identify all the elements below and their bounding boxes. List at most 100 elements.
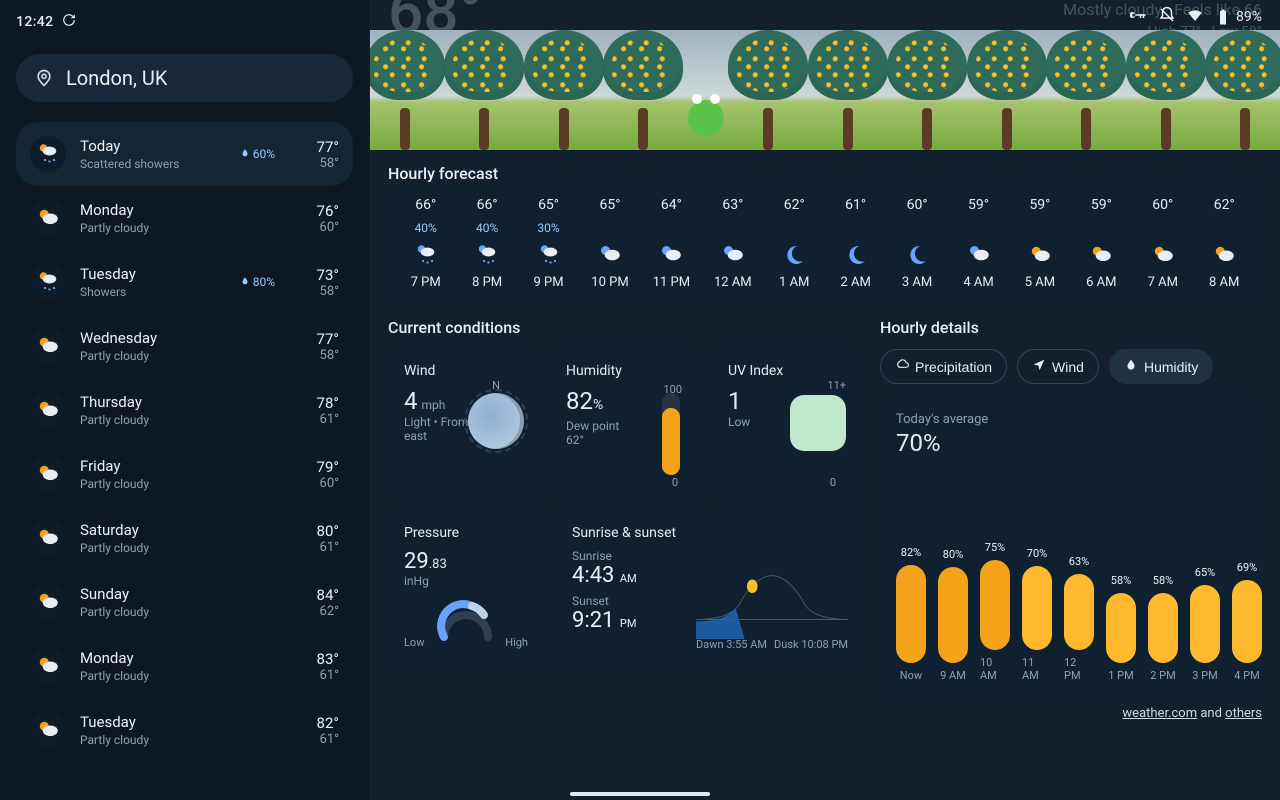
hour-column[interactable]: 62° 8 AM (1196, 197, 1251, 290)
day-item[interactable]: Friday Partly cloudy 79°60° (16, 442, 353, 506)
sunset-time: 9:21 (572, 608, 614, 633)
hour-icon (475, 243, 499, 267)
hd-card[interactable]: Today's average 70% 82% Now 80% 9 AM 75%… (880, 396, 1262, 696)
humidity-bar: 65% 3 PM (1190, 566, 1220, 682)
daily-forecast-list[interactable]: Today Scattered showers 60% 77°58° Monda… (16, 122, 353, 762)
src-link[interactable]: weather.com (1122, 706, 1197, 721)
humidity-value: 82 (566, 387, 593, 415)
hour-column[interactable]: 64° 11 PM (644, 197, 699, 290)
location-text: London, UK (66, 66, 167, 90)
hd-chips: Precipitation Wind Humidity (880, 349, 1262, 384)
hour-icon (1151, 243, 1175, 267)
hour-column[interactable]: 60° 7 AM (1135, 197, 1190, 290)
bar-label: 3 PM (1192, 669, 1217, 682)
humidity-bar: 80% 9 AM (938, 548, 968, 682)
day-hi: 82° (289, 714, 339, 732)
tree-icon (529, 30, 599, 150)
chip-humidity[interactable]: Humidity (1109, 349, 1213, 384)
day-hi: 83° (289, 650, 339, 668)
day-item[interactable]: Today Scattered showers 60% 77°58° (16, 122, 353, 186)
tree-icon (1210, 30, 1280, 150)
sunset-ap: PM (620, 617, 637, 630)
hour-column[interactable]: 63° 12 AM (705, 197, 760, 290)
day-subtitle: Partly cloudy (80, 477, 225, 491)
hour-temp: 61° (845, 197, 866, 213)
humidity-bar: 58% 1 PM (1106, 574, 1136, 682)
sun-card[interactable]: Sunrise & sunset Sunrise 4:43 AM Sunset … (556, 511, 862, 661)
hour-column[interactable]: 66° 40% 7 PM (398, 197, 453, 290)
day-hi: 78° (289, 394, 339, 412)
day-item[interactable]: Monday Partly cloudy 83°61° (16, 634, 353, 698)
bar-label: 11 AM (1022, 656, 1052, 682)
hour-column[interactable]: 66° 40% 8 PM (459, 197, 514, 290)
hour-time: 8 PM (472, 275, 502, 290)
bar-label: 1 PM (1108, 669, 1133, 682)
day-title: Friday (80, 457, 225, 475)
weather-icon (30, 200, 66, 236)
home-indicator[interactable] (570, 792, 710, 796)
hero: 68° Mostly cloudy · Feels like 66 High 7… (370, 0, 1280, 150)
hour-icon (537, 243, 561, 267)
hour-icon (659, 243, 683, 267)
hour-column[interactable]: 62° 1 AM (767, 197, 822, 290)
day-hi: 77° (289, 330, 339, 348)
hour-icon (782, 243, 806, 267)
day-title: Tuesday (80, 265, 225, 283)
location-selector[interactable]: London, UK (16, 54, 353, 102)
day-item[interactable]: Tuesday Showers 80% 73°58° (16, 250, 353, 314)
humidity-card[interactable]: Humidity 82% Dew point62° 100 0 (550, 349, 700, 499)
hour-precip: 40% (476, 221, 498, 235)
day-item[interactable]: Thursday Partly cloudy 78°61° (16, 378, 353, 442)
hour-icon (1028, 243, 1052, 267)
pressure-high: High (505, 636, 528, 649)
hour-icon (1089, 243, 1113, 267)
day-precip: 60% (239, 147, 275, 161)
pressure-card[interactable]: Pressure 29.83 inHg LowHigh (388, 511, 544, 661)
day-subtitle: Partly cloudy (80, 669, 225, 683)
hour-icon (905, 243, 929, 267)
hour-column[interactable]: 61° 2 AM (828, 197, 883, 290)
day-title: Monday (80, 649, 225, 667)
hour-column[interactable]: 60° 3 AM (889, 197, 944, 290)
day-item[interactable]: Monday Partly cloudy 76°60° (16, 186, 353, 250)
day-title: Monday (80, 201, 225, 219)
hour-column[interactable]: 59° 6 AM (1074, 197, 1129, 290)
day-item[interactable]: Saturday Partly cloudy 80°61° (16, 506, 353, 570)
day-title: Tuesday (80, 713, 225, 731)
pressure-title: Pressure (404, 525, 528, 541)
chip-humidity-label: Humidity (1144, 359, 1198, 375)
hour-temp: 59° (1091, 197, 1112, 213)
wind-value: 4 (404, 387, 418, 415)
uv-card[interactable]: UV Index 1 Low 11+ 0 (712, 349, 862, 499)
dusk-time: 10:08 PM (801, 638, 848, 651)
src-others[interactable]: others (1225, 706, 1262, 721)
day-hi: 77° (289, 138, 339, 156)
bar-value: 63% (1069, 555, 1089, 568)
hourly-forecast-card[interactable]: 66° 40% 7 PM 66° 40% 8 PM 65° 30% 9 PM 6… (388, 183, 1262, 304)
tree-icon (608, 30, 678, 150)
wind-card[interactable]: Wind 4mph Light • From east N (388, 349, 538, 499)
weather-icon (30, 712, 66, 748)
hd-avg-value: 70% (896, 429, 1246, 457)
chip-precipitation[interactable]: Precipitation (880, 349, 1007, 384)
day-lo: 61° (289, 540, 339, 555)
day-subtitle: Scattered showers (80, 157, 225, 171)
hour-temp: 62° (1214, 197, 1235, 213)
hour-column[interactable]: 65° 10 PM (582, 197, 637, 290)
day-item[interactable]: Wednesday Partly cloudy 77°58° (16, 314, 353, 378)
day-item[interactable]: Sunday Partly cloudy 84°62° (16, 570, 353, 634)
weather-icon (30, 328, 66, 364)
day-title: Sunday (80, 585, 225, 603)
hour-column[interactable]: 59° 4 AM (951, 197, 1006, 290)
bar-label: 2 PM (1150, 669, 1175, 682)
chip-wind[interactable]: Wind (1017, 349, 1099, 384)
day-item[interactable]: Tuesday Partly cloudy 82°61° (16, 698, 353, 762)
day-hi: 79° (289, 458, 339, 476)
bar-label: 4 PM (1234, 669, 1259, 682)
hour-column[interactable]: 65° 30% 9 PM (521, 197, 576, 290)
sun-title: Sunrise & sunset (572, 525, 846, 541)
hero-illustration (370, 30, 1280, 150)
hour-column[interactable]: 59° 5 AM (1012, 197, 1067, 290)
dawn-label: Dawn (696, 638, 724, 651)
day-lo: 61° (289, 732, 339, 747)
